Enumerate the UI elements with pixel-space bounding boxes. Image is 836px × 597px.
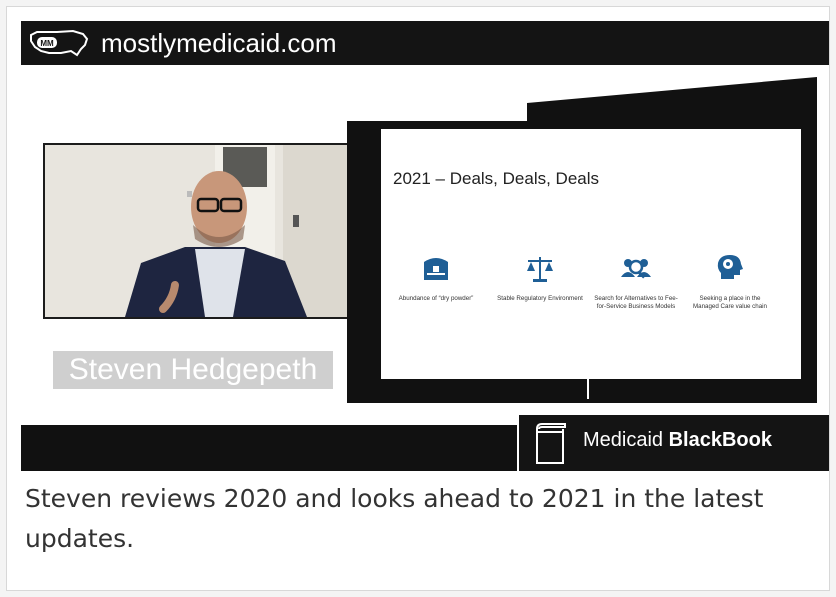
slide-title: 2021 – Deals, Deals, Deals [393,169,600,188]
video-frame[interactable]: MM mostlymedicaid.com Steven Hedgepeth 2… [21,21,829,471]
slide-item-label: Seeking a place in the Managed Care valu… [693,295,767,310]
slide-item-label: Search for Alternatives to Fee-for-Servi… [594,295,678,310]
slide-item-alternatives: Search for Alternatives to Fee-for-Servi… [593,251,679,311]
slide-item-value-chain: Seeking a place in the Managed Care valu… [687,251,773,311]
slide-item-label: Abundance of “dry powder” [398,295,474,302]
logo-text: MM [40,39,54,48]
speaker-photo [45,145,355,317]
head-brain-icon [717,255,743,279]
article-card: MM mostlymedicaid.com Steven Hedgepeth 2… [6,6,830,591]
slide-item-label: Stable Regulatory Environment [497,295,583,302]
brand-name-prefix: Medicaid [583,429,669,451]
treasure-chest-icon [424,258,448,280]
book-icon [536,423,566,464]
presentation-slide: 2021 – Deals, Deals, Deals Abundance of … [381,129,801,379]
scales-icon [527,257,553,282]
brand-badge: Medicaid BlackBook [517,413,829,471]
us-map-logo-icon: MM [30,29,89,57]
brand-name: Medicaid BlackBook [583,429,772,452]
brand-name-bold: BlackBook [668,429,772,451]
site-name: mostlymedicaid.com [101,28,337,58]
slide-item-dry-powder: Abundance of “dry powder” [393,251,479,303]
people-search-icon [621,259,651,279]
video-caption: Steven reviews 2020 and looks ahead to 2… [25,484,764,553]
speaker-webcam [43,143,357,319]
slide-item-regulatory: Stable Regulatory Environment [497,251,583,303]
speaker-name-plate: Steven Hedgepeth [53,351,333,389]
site-header-bar: MM mostlymedicaid.com [21,21,829,65]
